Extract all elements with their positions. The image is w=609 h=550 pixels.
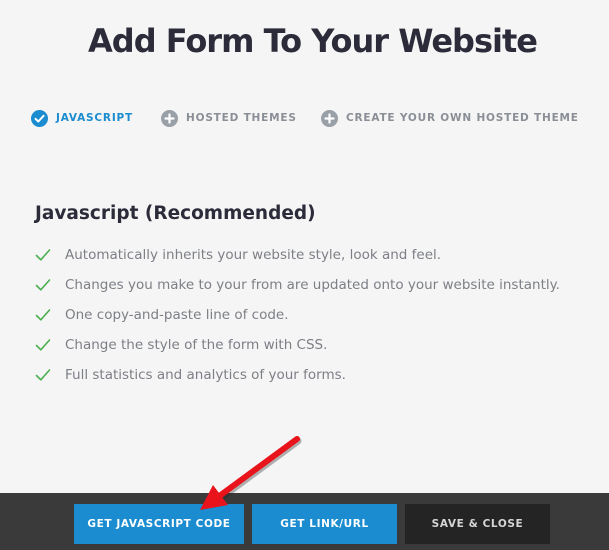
- tab-javascript[interactable]: JAVASCRIPT: [31, 108, 133, 128]
- feature-text: Full statistics and analytics of your fo…: [65, 367, 346, 383]
- save-close-button[interactable]: SAVE & CLOSE: [405, 504, 550, 544]
- list-item: One copy-and-paste line of code.: [35, 300, 560, 330]
- list-item: Change the style of the form with CSS.: [35, 330, 560, 360]
- list-item: Full statistics and analytics of your fo…: [35, 360, 560, 390]
- section-heading: Javascript (Recommended): [35, 203, 316, 224]
- check-icon: [35, 279, 51, 291]
- check-icon: [35, 249, 51, 261]
- tab-create-hosted-theme-label: CREATE YOUR OWN HOSTED THEME: [346, 112, 579, 124]
- feature-text: Change the style of the form with CSS.: [65, 337, 328, 353]
- tab-javascript-label: JAVASCRIPT: [56, 112, 133, 124]
- feature-text: Automatically inherits your website styl…: [65, 247, 442, 263]
- plus-circle-icon: [161, 109, 178, 127]
- tab-create-hosted-theme[interactable]: CREATE YOUR OWN HOSTED THEME: [321, 108, 579, 128]
- feature-text: One copy-and-paste line of code.: [65, 307, 289, 323]
- check-icon: [35, 309, 51, 321]
- list-item: Changes you make to your from are update…: [35, 270, 560, 300]
- list-item: Automatically inherits your website styl…: [35, 240, 560, 270]
- page-title: Add Form To Your Website: [88, 22, 538, 60]
- check-icon: [35, 339, 51, 351]
- get-javascript-code-button[interactable]: GET JAVASCRIPT CODE: [74, 504, 244, 544]
- tab-hosted-themes-label: HOSTED THEMES: [186, 112, 297, 124]
- plus-circle-icon: [321, 109, 338, 127]
- get-link-url-button[interactable]: GET LINK/URL: [252, 504, 397, 544]
- tab-hosted-themes[interactable]: HOSTED THEMES: [161, 108, 297, 128]
- feature-text: Changes you make to your from are update…: [65, 277, 560, 293]
- feature-list: Automatically inherits your website styl…: [35, 240, 560, 390]
- footer-bar: GET JAVASCRIPT CODE GET LINK/URL SAVE & …: [0, 493, 609, 550]
- tab-bar: JAVASCRIPT HOSTED THEMES CREATE YOUR OWN…: [0, 108, 609, 128]
- check-icon: [35, 369, 51, 381]
- check-circle-icon: [31, 109, 48, 127]
